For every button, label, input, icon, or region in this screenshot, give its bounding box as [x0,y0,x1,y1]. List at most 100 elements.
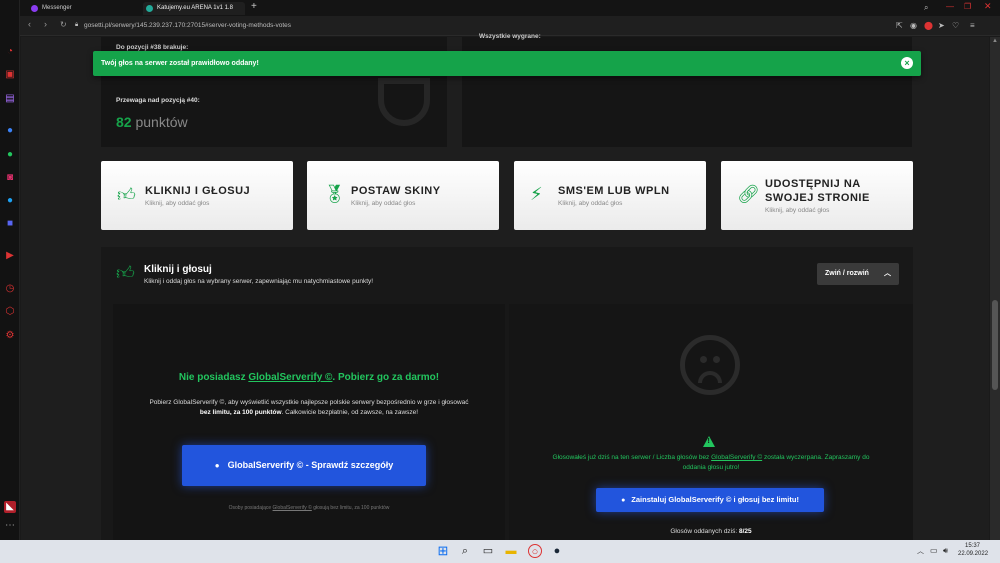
advantage-label: Przewaga nad pozycją #40: [116,97,200,104]
url-field[interactable]: gosetti.pl/serwery/145.239.237.170:27015… [84,22,291,29]
player-icon[interactable]: ▶ [4,250,16,262]
footnote-pre: Osoby posiadające [228,505,273,511]
search-icon[interactable]: ⌕ [458,544,472,558]
check-details-button[interactable]: ● GlobalServerify © - Sprawdź szczegóły [182,445,426,486]
limit-msg-3: oddania głosu jutro! [682,464,740,471]
display-icon[interactable]: ▭ [930,546,938,555]
maximize-button[interactable]: ❐ [964,2,971,11]
award-icon: 🏅︎ [323,184,346,204]
thumbs-up-icon: 👍︎ [117,185,136,205]
method-card-skins[interactable]: 🏅︎ POSTAW SKINY Kliknij, aby oddać głos [307,161,499,230]
card-title: POSTAW SKINY [351,185,441,197]
camera-icon[interactable]: ◉ [910,21,917,30]
toggle-label: Zwiń / rozwiń [825,270,869,277]
method-card-share[interactable]: 🔗︎ UDOSTĘPNIJ NA SWOJEJ STRONIE Kliknij,… [721,161,913,230]
card-subtitle: Kliknij, aby oddać głos [765,207,830,214]
more-icon[interactable]: ⋯ [4,520,16,532]
method-card-click-vote[interactable]: 👍︎ KLIKNIJ I GŁOSUJ Kliknij, aby oddać g… [101,161,293,230]
section-thumbs-icon: 👍︎ [116,263,135,283]
messenger-icon [31,5,38,12]
info-icon: ● [621,497,626,504]
reload-icon[interactable]: ↻ [60,20,67,29]
twitter-icon[interactable]: ● [4,195,16,207]
promo-footnote: Osoby posiadające GlobalServerify © głos… [113,505,505,511]
footnote-post: głosują bez limitu, za 100 punktów [311,505,390,511]
volume-icon[interactable]: 🔊︎ [943,546,948,556]
clock-time[interactable]: 15:37 [965,543,980,549]
extensions-icon[interactable]: ⬡ [4,306,16,318]
messenger-sidebar-icon[interactable]: ● [4,125,16,137]
success-toast: Twój głos na serwer został prawidłowo od… [93,51,921,76]
toast-message: Twój głos na serwer został prawidłowo od… [101,60,259,67]
menu-icon[interactable]: ≡ [970,21,975,30]
settings-icon[interactable]: ⚙ [4,330,16,342]
lightning-icon: ⚡︎ [530,184,543,204]
windows-start-icon[interactable]: ⊞ [436,544,450,558]
instagram-icon[interactable]: ◙ [4,172,16,184]
scrollbar-thumb[interactable] [992,300,998,390]
footnote-link[interactable]: GlobalServerify © [273,505,312,511]
shop-icon[interactable]: ▣ [4,69,16,81]
twitch-icon[interactable]: ▤ [4,93,16,105]
steam-icon[interactable]: ● [550,544,564,558]
section-subtitle: Kliknij i oddaj głos na wybrany serwer, … [144,278,374,285]
heart-icon[interactable]: ♡ [952,21,959,30]
warning-mark: ! [707,438,710,445]
task-view-icon[interactable]: ▭ [481,544,495,558]
browser-sidebar: ◔ ▣ ▤ ● ● ◙ ● ■ ▶ ◷ ⬡ ⚙ ◣ ⋯ [0,0,20,540]
globalserverify-link[interactable]: GlobalServerify © [248,372,332,383]
windows-taskbar [0,540,1000,563]
close-toast-button[interactable]: × [901,57,913,69]
page-scrollbar[interactable] [990,37,1000,540]
above-position-label: Do pozycji #38 brakuje: [116,44,189,51]
promo-desc-1: Pobierz GlobalServerify ©, aby wyświetli… [149,399,469,406]
promo-headline: Nie posiadasz GlobalServerify ©. Pobierz… [113,372,505,383]
tab-bar: Messenger Katujemy.eu ARENA 1v1 1.8 + ⌕ … [0,0,1000,16]
card-title: SMS'EM LUB WPLN [558,185,670,197]
discord-icon[interactable]: ■ [4,218,16,230]
method-card-sms[interactable]: ⚡︎ SMS'EM LUB WPLN Kliknij, aby oddać gł… [514,161,706,230]
advantage-unit: punktów [135,114,188,130]
link-icon: 🔗︎ [737,184,760,204]
server-favicon-icon [146,5,153,12]
tray-chevron-up-icon[interactable]: ︿ [917,546,924,556]
promo-description: Pobierz GlobalServerify ©, aby wyświetli… [118,398,500,418]
whatsapp-icon[interactable]: ● [4,149,16,161]
promo-desc-bold: bez limitu, za 100 punktów [199,409,282,416]
speed-dial-icon[interactable]: ◔ [4,46,16,58]
back-button[interactable]: ‹ [28,19,31,29]
collapse-toggle-button[interactable]: Zwiń / rozwiń ︿ [817,263,899,285]
clock-date[interactable]: 22.09.2022 [958,551,988,557]
chevron-up-icon: ︿ [884,270,891,277]
right-stats-label: Wszystkie wygrane: [479,33,541,40]
close-window-button[interactable]: ✕ [984,1,992,12]
limit-msg-1: Głosowałeś już dziś na ten serwer / Licz… [552,454,712,461]
bookmark-icon[interactable]: ➤ [938,21,945,30]
promo-desc-2: . Całkowicie bezpłatnie, od zawsze, na z… [281,409,419,416]
advantage-value: 82 punktów [116,114,188,130]
card-title: KLIKNIJ I GŁOSUJ [145,185,251,197]
lock-icon: 🔒︎ [75,22,79,28]
tab-server[interactable]: Katujemy.eu ARENA 1v1 1.8 [143,2,245,15]
scroll-up-icon[interactable]: ▲ [992,38,998,44]
advantage-number: 82 [116,114,132,130]
search-tabs-icon[interactable]: ⌕ [924,3,928,13]
vote-limit-message: Głosowałeś już dziś na ten serwer / Licz… [514,453,908,473]
sad-face-icon [680,335,740,395]
limit-msg-link[interactable]: GlobalServerify © [711,454,762,461]
file-explorer-icon[interactable]: ▬ [504,544,518,558]
forward-button[interactable]: › [44,19,47,29]
history-icon[interactable]: ◷ [4,283,16,295]
install-globalserverify-button[interactable]: ● Zainstaluj GlobalServerify © i głosuj b… [596,488,824,512]
tab-messenger[interactable]: Messenger [28,2,140,15]
card-subtitle: Kliknij, aby oddać głos [145,200,210,207]
tab-label: Messenger [42,5,72,11]
vpn-shield-icon[interactable]: ⬤ [924,21,933,30]
share-icon[interactable]: ⇱ [896,21,903,30]
card-subtitle: Kliknij, aby oddać głos [351,200,416,207]
new-tab-button[interactable]: + [251,1,257,12]
opera-gx-taskbar-icon[interactable]: ○ [528,544,542,558]
gx-logo-icon[interactable]: ◣ [4,501,16,513]
minimize-button[interactable]: — [946,2,954,11]
tab-label: Katujemy.eu ARENA 1v1 1.8 [157,5,233,11]
